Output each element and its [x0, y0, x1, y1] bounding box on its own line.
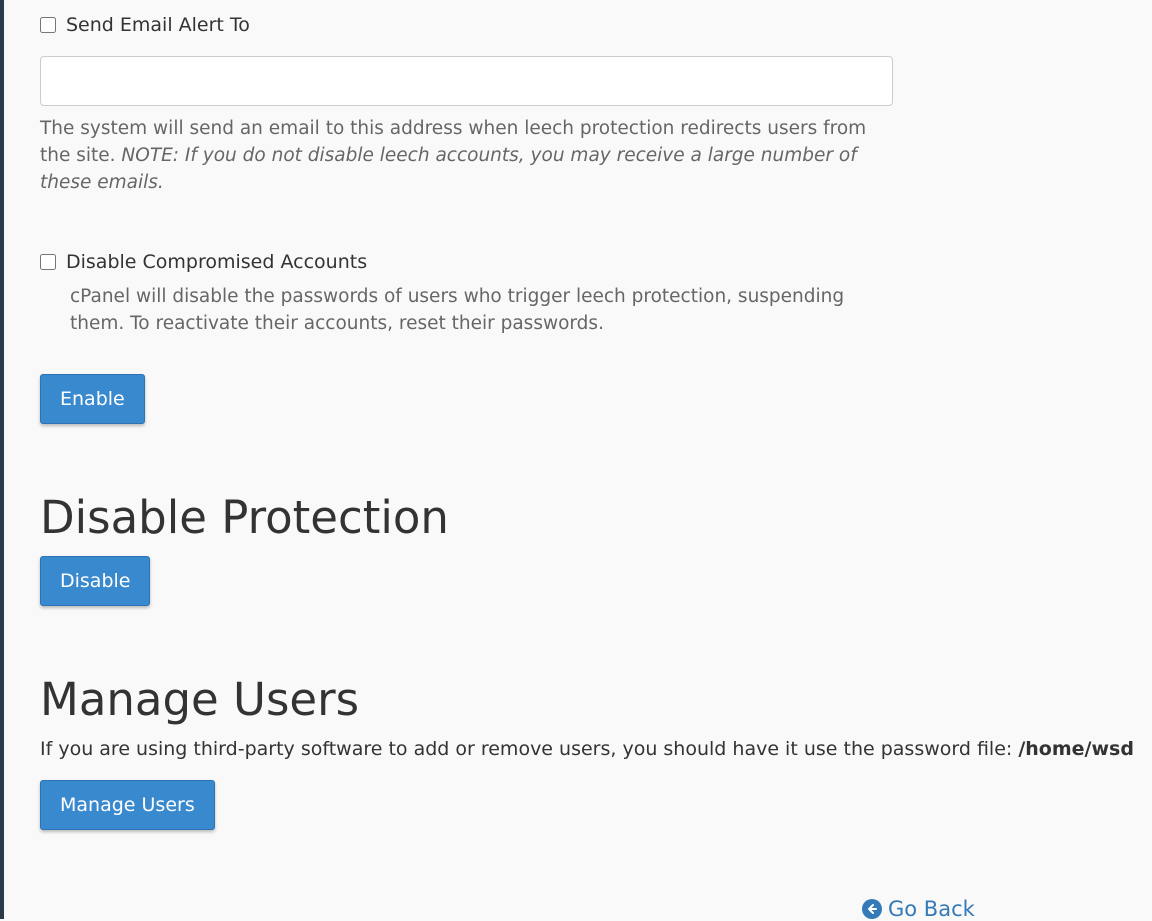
- disable-accounts-help: cPanel will disable the passwords of use…: [70, 286, 845, 334]
- email-alert-help: The system will send an email to this ad…: [40, 115, 893, 196]
- go-back-label: Go Back: [888, 897, 975, 921]
- disable-accounts-label[interactable]: Disable Compromised Accounts: [66, 251, 367, 273]
- email-alert-help-note: NOTE: If you do not disable leech accoun…: [40, 145, 857, 193]
- disable-accounts-row: Disable Compromised Accounts: [40, 251, 367, 273]
- email-alert-label[interactable]: Send Email Alert To: [66, 14, 250, 36]
- disable-button[interactable]: Disable: [40, 556, 151, 606]
- disable-accounts-checkbox[interactable]: [40, 254, 56, 270]
- password-file-path: /home/wsd: [1018, 738, 1134, 760]
- manage-users-description-text: If you are using third-party software to…: [40, 738, 1019, 760]
- enable-button[interactable]: Enable: [40, 374, 145, 424]
- left-sidebar-edge: [0, 0, 4, 919]
- manage-users-button[interactable]: Manage Users: [40, 780, 215, 830]
- email-alert-input[interactable]: [40, 56, 893, 106]
- circle-arrow-left-icon: [862, 899, 882, 919]
- email-alert-row: Send Email Alert To: [40, 14, 250, 36]
- go-back-link[interactable]: Go Back: [862, 897, 975, 921]
- email-alert-checkbox[interactable]: [40, 17, 56, 33]
- manage-users-title: Manage Users: [40, 673, 360, 726]
- manage-users-description: If you are using third-party software to…: [40, 738, 1134, 760]
- disable-protection-title: Disable Protection: [40, 491, 449, 544]
